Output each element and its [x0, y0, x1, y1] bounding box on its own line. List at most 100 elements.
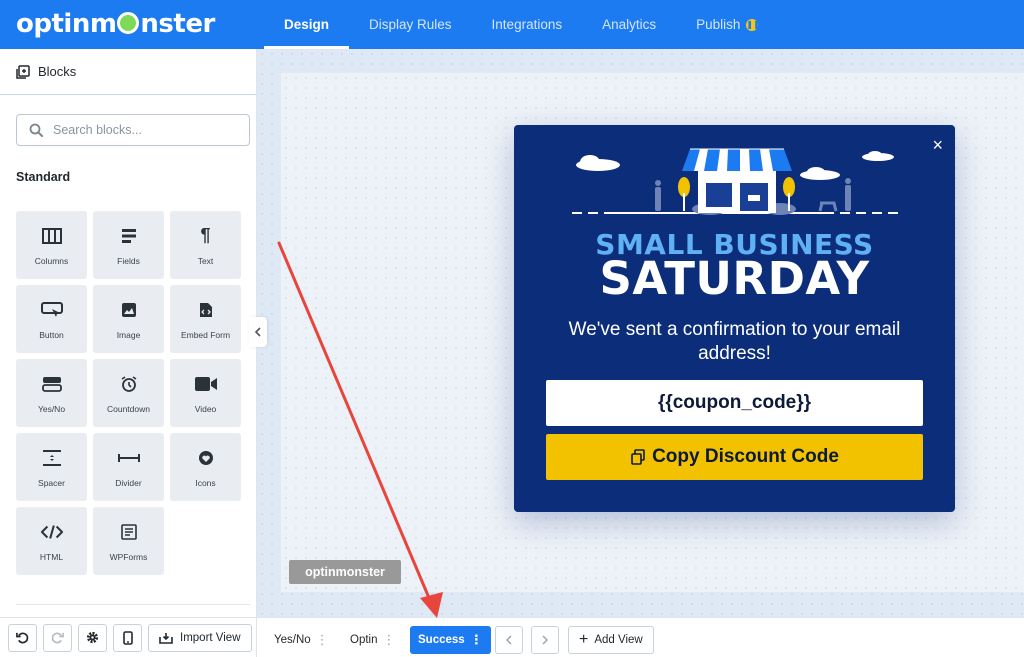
spacer-icon — [41, 447, 63, 469]
code-icon — [40, 521, 63, 543]
block-columns[interactable]: Columns — [16, 211, 87, 279]
block-label: Yes/No — [37, 403, 66, 414]
columns-icon — [41, 225, 63, 247]
block-video[interactable]: Video — [170, 359, 241, 427]
mobile-icon — [122, 630, 133, 645]
nav-tab-integrations[interactable]: Integrations — [472, 0, 583, 49]
block-grid: Columns Fields ¶ Text Button Image Embed… — [16, 211, 242, 575]
nav-tab-display-rules[interactable]: Display Rules — [349, 0, 472, 49]
chevron-right-icon — [542, 635, 548, 645]
chevron-left-icon — [506, 635, 512, 645]
coupon-code-field[interactable]: {{coupon_code}} — [546, 380, 923, 426]
wpforms-icon — [118, 521, 140, 543]
top-bar: optinm nster Design Display Rules Integra… — [0, 0, 1024, 49]
block-fields[interactable]: Fields — [93, 211, 164, 279]
blocks-icon — [16, 64, 30, 79]
mascot-icon — [117, 12, 140, 34]
view-tab-label: Success — [418, 634, 465, 646]
block-yes-no[interactable]: Yes/No — [16, 359, 87, 427]
more-options-icon[interactable]: ⋮ — [383, 632, 396, 648]
copy-discount-code-button[interactable]: Copy Discount Code — [546, 434, 923, 480]
divider-icon — [117, 447, 140, 469]
block-label: Video — [194, 403, 217, 414]
block-embed-form[interactable]: Embed Form — [170, 285, 241, 353]
blocks-sidebar: Blocks Standard Columns Fields ¶ Text Bu… — [0, 49, 257, 657]
coupon-code-text: {{coupon_code}} — [657, 392, 812, 413]
sidebar-title: Blocks — [38, 64, 77, 79]
block-countdown[interactable]: Countdown — [93, 359, 164, 427]
nav-tab-analytics[interactable]: Analytics — [582, 0, 676, 49]
block-label: Countdown — [106, 403, 150, 414]
popup-title-line-2: SATURDAY — [599, 252, 870, 305]
copy-icon — [631, 449, 645, 465]
redo-button[interactable] — [43, 623, 72, 652]
block-label: WPForms — [109, 551, 148, 562]
block-divider[interactable]: Divider — [93, 433, 164, 501]
settings-button[interactable] — [78, 623, 107, 652]
block-label: Fields — [117, 255, 140, 266]
block-icons[interactable]: Icons — [170, 433, 241, 501]
mobile-preview-button[interactable] — [113, 623, 142, 652]
nav-tab-publish[interactable]: Publish ❚❚ — [676, 0, 778, 49]
nav-tab-design[interactable]: Design — [264, 0, 350, 49]
view-tab-yes-no[interactable]: Yes/No ⋮ — [274, 626, 329, 654]
heart-icon — [195, 447, 217, 469]
block-label: Embed Form — [180, 329, 231, 340]
block-button[interactable]: Button — [16, 285, 87, 353]
block-label: Icons — [195, 477, 216, 488]
block-label: Spacer — [38, 477, 65, 488]
main-nav: Design Display Rules Integrations Analyt… — [264, 0, 778, 49]
undo-button[interactable] — [8, 623, 37, 652]
nav-tab-label: Analytics — [602, 17, 657, 32]
block-label: HTML — [39, 551, 64, 562]
fields-icon — [118, 225, 140, 247]
close-icon[interactable]: × — [932, 135, 943, 156]
block-label: Button — [39, 329, 64, 340]
block-label: Image — [116, 329, 141, 340]
search-blocks-field[interactable] — [16, 114, 250, 146]
nav-tab-label: Display Rules — [369, 17, 452, 32]
logo-text: nster — [140, 9, 215, 39]
import-icon — [159, 632, 173, 644]
campaign-popup[interactable]: × SMALL BUSINESS SATURDAY We've sent a c… — [514, 125, 955, 512]
gear-icon — [86, 631, 99, 644]
copy-button-label: Copy Discount Code — [652, 446, 839, 467]
yes-no-icon — [41, 373, 63, 395]
plus-icon: + — [579, 631, 589, 648]
block-spacer[interactable]: Spacer — [16, 433, 87, 501]
add-view-button[interactable]: + Add View — [568, 626, 654, 654]
block-label: Columns — [34, 255, 69, 266]
optinmonster-logo[interactable]: optinm nster — [16, 8, 215, 40]
next-view-button[interactable] — [531, 626, 559, 654]
redo-icon — [51, 632, 64, 644]
optinmonster-watermark: optinmonster — [289, 560, 401, 584]
block-image[interactable]: Image — [93, 285, 164, 353]
pause-status-icon: ❚❚ — [746, 18, 760, 31]
views-bar: Yes/No ⋮ Optin ⋮ Success ⋮ + Add View — [257, 617, 1024, 657]
search-input[interactable] — [53, 123, 233, 137]
undo-icon — [16, 632, 29, 644]
collapse-sidebar-handle[interactable] — [249, 317, 267, 347]
embed-form-icon — [195, 299, 217, 321]
sidebar-divider — [16, 604, 250, 605]
more-options-icon[interactable]: ⋮ — [316, 632, 329, 648]
block-text[interactable]: ¶ Text — [170, 211, 241, 279]
import-view-button[interactable]: Import View — [148, 623, 252, 652]
view-tab-success[interactable]: Success ⋮ — [410, 626, 491, 654]
alarm-clock-icon — [118, 373, 140, 395]
button-icon — [40, 299, 63, 321]
storefront-illustration — [572, 148, 898, 215]
block-label: Divider — [115, 477, 142, 488]
more-options-icon[interactable]: ⋮ — [470, 632, 483, 648]
add-view-label: Add View — [594, 634, 643, 646]
previous-view-button[interactable] — [495, 626, 523, 654]
block-html[interactable]: HTML — [16, 507, 87, 575]
logo-text: optinm — [16, 9, 117, 39]
video-camera-icon — [194, 373, 217, 395]
image-icon — [118, 299, 140, 321]
paragraph-icon: ¶ — [200, 225, 211, 245]
sidebar-toolbar: Import View — [0, 617, 257, 657]
block-wpforms[interactable]: WPForms — [93, 507, 164, 575]
view-tab-label: Yes/No — [274, 634, 311, 646]
view-tab-optin[interactable]: Optin ⋮ — [350, 626, 396, 654]
